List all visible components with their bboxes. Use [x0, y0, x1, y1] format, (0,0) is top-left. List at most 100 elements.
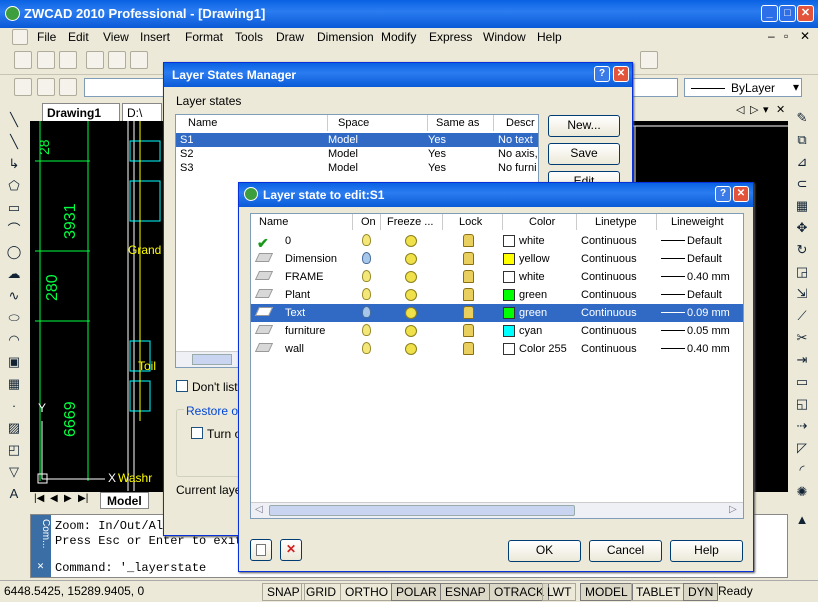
- layer-list-hscroll-thumb[interactable]: [269, 505, 575, 516]
- menu-view[interactable]: View: [103, 30, 129, 44]
- edit-help-icon[interactable]: ?: [715, 186, 731, 202]
- freeze-sun-icon[interactable]: [405, 343, 417, 355]
- ellipse-arc-icon[interactable]: ◠: [6, 332, 22, 348]
- unlock-icon[interactable]: [463, 324, 474, 337]
- erase-icon[interactable]: ✎: [794, 110, 810, 126]
- make-block-icon[interactable]: ▦: [6, 376, 22, 392]
- on-bulb-icon[interactable]: [362, 288, 371, 300]
- edit-close-icon[interactable]: ✕: [733, 186, 749, 202]
- unlock-icon[interactable]: [463, 270, 474, 283]
- lsm-close-icon[interactable]: ✕: [613, 66, 629, 82]
- menu-help[interactable]: Help: [537, 30, 562, 44]
- lengthen-icon[interactable]: ⟋: [794, 308, 810, 324]
- chamfer-icon[interactable]: ◸: [794, 440, 810, 456]
- color-swatch[interactable]: [503, 307, 515, 319]
- ok-button[interactable]: OK: [508, 540, 581, 562]
- lsm-hscroll-thumb[interactable]: [192, 354, 232, 365]
- col-lineweight[interactable]: Lineweight: [657, 214, 743, 230]
- layer-row[interactable]: Dimension yellow Continuous Default: [251, 250, 743, 268]
- close-button[interactable]: ✕: [797, 5, 814, 22]
- doc-close-icon[interactable]: ✕: [800, 29, 810, 43]
- unlock-icon[interactable]: [463, 234, 474, 247]
- break-icon[interactable]: ▭: [794, 374, 810, 390]
- help-tool-icon[interactable]: [640, 51, 658, 69]
- lsm-save-button[interactable]: Save: [548, 143, 620, 165]
- preview-icon[interactable]: [108, 51, 126, 69]
- lsm-help-icon[interactable]: ?: [594, 66, 610, 82]
- on-bulb-icon[interactable]: [362, 252, 371, 264]
- new-file-icon[interactable]: [14, 51, 32, 69]
- region-icon[interactable]: ◰: [6, 442, 22, 458]
- layer-row[interactable]: ✔ 0 white Continuous Default: [251, 232, 743, 251]
- minimize-button[interactable]: _: [761, 5, 778, 22]
- freeze-sun-icon[interactable]: [405, 307, 417, 319]
- unlock-icon[interactable]: [463, 252, 474, 265]
- explode-icon[interactable]: ✺: [794, 484, 810, 500]
- dyn-toggle[interactable]: DYN: [683, 583, 719, 601]
- on-bulb-icon[interactable]: [362, 234, 371, 246]
- print-icon[interactable]: [86, 51, 104, 69]
- spline-icon[interactable]: ∿: [6, 288, 22, 304]
- join-icon[interactable]: ⇢: [794, 418, 810, 434]
- copy-icon[interactable]: ⧉: [794, 132, 810, 148]
- layer-row[interactable]: Plant green Continuous Default: [251, 286, 743, 304]
- lsm-col-desc[interactable]: Descr: [494, 115, 538, 131]
- lwt-toggle[interactable]: LWT: [542, 583, 577, 601]
- cancel-button[interactable]: Cancel: [589, 540, 662, 562]
- move-icon[interactable]: ✥: [794, 220, 810, 236]
- layer-list[interactable]: Name On Freeze ... Lock Color Linetype L…: [250, 213, 744, 519]
- last-layout-icon[interactable]: ▶|: [78, 493, 88, 504]
- save-icon[interactable]: [59, 51, 77, 69]
- add-layer-icon[interactable]: [250, 539, 272, 561]
- command-close-icon[interactable]: ✕: [32, 559, 49, 575]
- text-icon[interactable]: A: [6, 486, 22, 502]
- menu-modify[interactable]: Modify: [381, 30, 416, 44]
- scale-icon[interactable]: ◲: [794, 264, 810, 280]
- polar-toggle[interactable]: POLAR: [391, 583, 442, 601]
- on-bulb-icon[interactable]: [362, 270, 371, 282]
- menu-format[interactable]: Format: [185, 30, 223, 44]
- line-icon[interactable]: ╲: [6, 112, 22, 128]
- esnap-toggle[interactable]: ESNAP: [440, 583, 491, 601]
- color-swatch[interactable]: [503, 235, 515, 247]
- scroll-right-icon[interactable]: ▷: [729, 504, 737, 515]
- cloud-icon[interactable]: ☁: [6, 266, 22, 282]
- menu-tools[interactable]: Tools: [235, 30, 263, 44]
- lsm-col-name[interactable]: Name: [176, 115, 328, 131]
- freeze-sun-icon[interactable]: [405, 325, 417, 337]
- layer-row[interactable]: wall Color 255 Continuous 0.40 mm: [251, 340, 743, 358]
- menu-draw[interactable]: Draw: [276, 30, 304, 44]
- col-color[interactable]: Color: [503, 214, 577, 230]
- on-bulb-icon[interactable]: [362, 342, 371, 354]
- circle-icon[interactable]: ◯: [6, 244, 22, 260]
- unlock-icon[interactable]: [463, 288, 474, 301]
- tab-list-icon[interactable]: ▾: [763, 103, 769, 116]
- layer-previous-icon[interactable]: [37, 78, 55, 96]
- menu-dimension[interactable]: Dimension: [317, 30, 374, 44]
- arc-icon[interactable]: ⌒: [6, 222, 22, 238]
- polygon-icon[interactable]: ⬠: [6, 178, 22, 194]
- doc-menu-icon[interactable]: [12, 29, 28, 45]
- open-file-icon[interactable]: [37, 51, 55, 69]
- tab-prev-icon[interactable]: ◁: [736, 103, 744, 116]
- ortho-toggle[interactable]: ORTHO: [340, 583, 394, 601]
- unlock-icon[interactable]: [463, 306, 474, 319]
- menu-edit[interactable]: Edit: [68, 30, 89, 44]
- layer-row-selected[interactable]: Text green Continuous 0.09 mm: [251, 304, 743, 322]
- tab-drawing2[interactable]: D:\: [122, 103, 162, 121]
- lsm-row[interactable]: S2 Model Yes No axis,: [176, 147, 538, 161]
- col-lock[interactable]: Lock: [443, 214, 503, 230]
- layer-row[interactable]: FRAME white Continuous 0.40 mm: [251, 268, 743, 286]
- col-linetype[interactable]: Linetype: [577, 214, 657, 230]
- offset-icon[interactable]: ⊂: [794, 176, 810, 192]
- table-icon[interactable]: ▽: [6, 464, 22, 480]
- menu-express[interactable]: Express: [429, 30, 472, 44]
- otrack-toggle[interactable]: OTRACK: [489, 583, 550, 601]
- grid-toggle[interactable]: GRID: [301, 583, 341, 601]
- tablet-toggle[interactable]: TABLET: [631, 583, 686, 601]
- doc-restore-icon[interactable]: ▫: [784, 29, 788, 43]
- extend-icon[interactable]: ⇥: [794, 352, 810, 368]
- linetype-combo[interactable]: ByLayer ▾: [684, 78, 802, 97]
- tab-drawing1[interactable]: Drawing1: [42, 103, 120, 121]
- lsm-new-button[interactable]: New...: [548, 115, 620, 137]
